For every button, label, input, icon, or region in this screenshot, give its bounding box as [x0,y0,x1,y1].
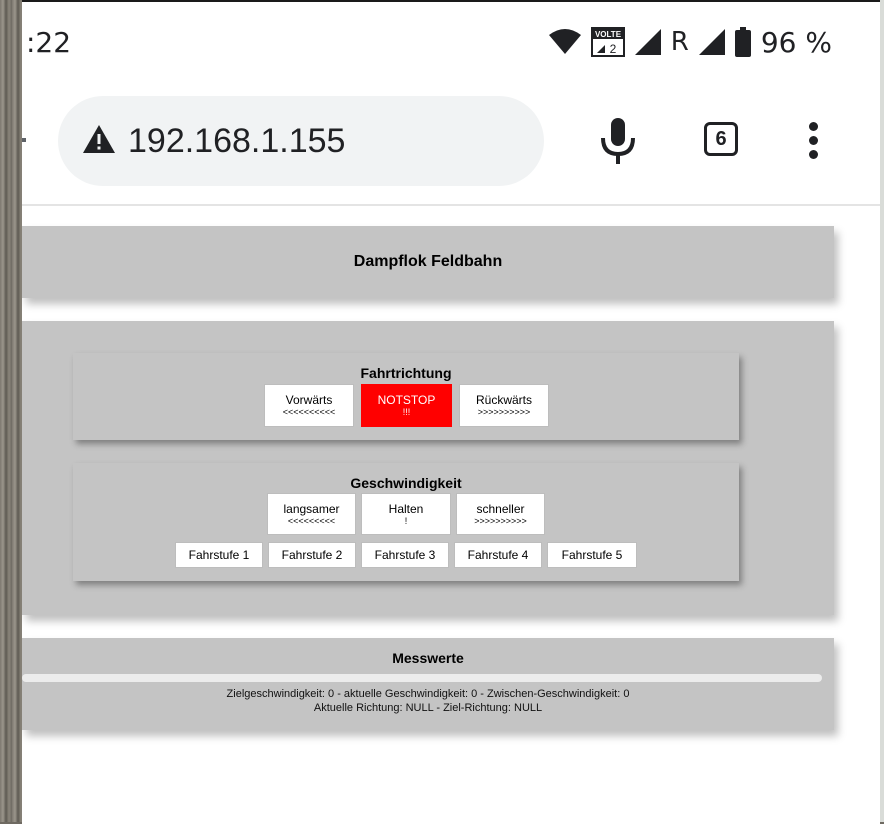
direction-heading: Fahrtrichtung [360,365,452,381]
faster-label: schneller [476,501,525,516]
speed-values-text: Zielgeschwindigkeit: 0 - aktuelle Geschw… [226,688,630,700]
measurements-panel: Messwerte Zielgeschwindigkeit: 0 - aktue… [22,638,834,730]
battery-percent: 96 % [760,25,832,59]
speed-heading: Geschwindigkeit [350,475,462,491]
hold-mark: ! [404,515,408,526]
direction-panel: Fahrtrichtung Vorwärts <<<<<<<<<< NOTSTO… [73,353,739,440]
signal-icon-2 [698,29,725,55]
forward-arrows: <<<<<<<<<< [282,407,336,417]
title-panel: Dampflok Feldbahn [22,226,834,298]
status-time: :22 [26,26,72,59]
speed-step-3-button[interactable]: Fahrstufe 3 [361,542,449,568]
warning-icon[interactable] [82,124,116,159]
speed-progress-bar [22,674,822,682]
background-wood [0,0,22,822]
forward-label: Vorwärts [285,393,333,407]
backward-button[interactable]: Rückwärts >>>>>>>>>> [459,384,549,427]
speed-step-1-button[interactable]: Fahrstufe 1 [175,542,263,568]
faster-button[interactable]: schneller >>>>>>>>>> [456,493,545,535]
speed-step-5-button[interactable]: Fahrstufe 5 [547,542,637,568]
measurements-heading: Messwerte [392,650,464,666]
hold-label: Halten [388,501,424,516]
browser-toolbar: 192.168.1.155 6 [22,86,880,206]
wifi-icon [548,29,581,55]
speed-step-4-button[interactable]: Fahrstufe 4 [454,542,542,568]
address-bar[interactable]: 192.168.1.155 [58,96,544,186]
speed-panel: Geschwindigkeit langsamer <<<<<<<<< Halt… [73,463,739,581]
phone-screen: :22 VOLTE 2 R 96 % 192.168.1.155 6 Dampf… [22,0,880,824]
notstop-marks: !!! [402,407,411,417]
signal-icon [634,29,661,55]
status-icons: VOLTE 2 R 96 % [548,24,832,60]
backward-arrows: >>>>>>>>>> [477,407,531,417]
sim-label: 2 [609,42,616,56]
direction-values-text: Aktuelle Richtung: NULL - Ziel-Richtung:… [313,702,543,714]
menu-icon[interactable] [808,122,820,162]
url-text[interactable]: 192.168.1.155 [128,122,345,161]
background-edge [880,0,884,822]
speed-step-2-button[interactable]: Fahrstufe 2 [268,542,356,568]
back-icon[interactable] [22,138,26,142]
page-title: Dampflok Feldbahn [353,253,503,270]
slower-arrows: <<<<<<<<< [287,515,336,526]
backward-label: Rückwärts [475,393,532,407]
slower-label: langsamer [283,501,340,516]
notstop-label: NOTSTOP [377,393,436,407]
slower-button[interactable]: langsamer <<<<<<<<< [267,493,356,535]
tabs-icon[interactable]: 6 [704,122,738,156]
faster-arrows: >>>>>>>>>> [474,515,527,526]
controls-panel: Fahrtrichtung Vorwärts <<<<<<<<<< NOTSTO… [22,321,834,615]
mic-icon[interactable] [600,118,636,171]
status-bar: :22 VOLTE 2 R 96 % [22,2,880,86]
roaming-label: R [670,27,689,57]
forward-button[interactable]: Vorwärts <<<<<<<<<< [264,384,354,427]
hold-button[interactable]: Halten ! [361,493,451,535]
notstop-button[interactable]: NOTSTOP !!! [361,384,452,427]
volte-icon: VOLTE 2 [590,27,625,57]
volte-label: VOLTE [595,30,622,39]
battery-icon [734,27,751,57]
